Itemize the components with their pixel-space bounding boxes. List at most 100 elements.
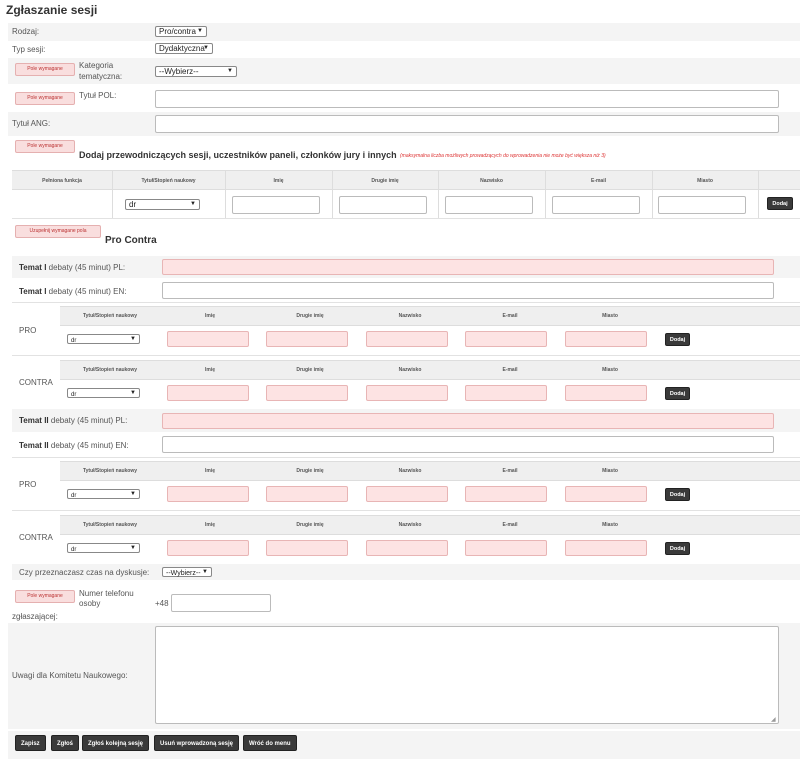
col-header: E-mail (502, 522, 518, 528)
col-header: Imię (204, 367, 215, 373)
contra-first-name-input[interactable] (167, 385, 249, 401)
col-header: E-mail (590, 178, 606, 184)
temat1-pl-label: Temat I debaty (45 minut) PL: (19, 263, 126, 272)
col-header: Miasto (602, 367, 618, 373)
pro-email-input[interactable] (465, 331, 547, 347)
phone-input[interactable] (171, 594, 271, 612)
divider (12, 302, 800, 303)
chair-middle-name-input[interactable] (339, 196, 427, 214)
col-header: Imię (273, 178, 284, 184)
pro-email-input[interactable] (465, 486, 547, 502)
divider (12, 218, 800, 219)
chair-title-select[interactable]: dr ▼ (125, 199, 200, 210)
contra-email-input[interactable] (465, 540, 547, 556)
col-header: Tytuł/Stopień naukowy (82, 522, 138, 528)
col-header: E-mail (502, 313, 518, 319)
col-header: Miasto (602, 522, 618, 528)
contra-title-select[interactable]: dr ▼ (67, 543, 140, 553)
tytul-ang-input[interactable] (155, 115, 779, 133)
chevron-down-icon: ▼ (190, 201, 196, 207)
chair-add-button[interactable]: Dodaj (767, 197, 793, 210)
chevron-down-icon: ▼ (227, 68, 233, 74)
chair-city-input[interactable] (658, 196, 746, 214)
pro-last-name-input[interactable] (366, 486, 448, 502)
pro-add-button[interactable]: Dodaj (665, 488, 690, 501)
pro-label: PRO (19, 326, 37, 335)
kategoria-label-1: Kategoria (79, 61, 114, 70)
delete-session-button[interactable]: Usuń wprowadzoną sesję (154, 735, 240, 751)
submit-next-button[interactable]: Zgłoś kolejną sesję (82, 735, 150, 751)
chevron-down-icon: ▼ (197, 28, 203, 34)
page-title: Zgłaszanie sesji (6, 3, 98, 17)
row-rodzaj (8, 23, 800, 41)
temat2-en-label: Temat II debaty (45 minut) EN: (19, 441, 129, 450)
contra-middle-name-input[interactable] (266, 540, 348, 556)
col-header: Nazwisko (480, 178, 503, 184)
col-header: E-mail (502, 367, 518, 373)
col-header: Drugie imię (371, 178, 399, 184)
temat1-pl-input[interactable] (162, 259, 774, 275)
contra-city-input[interactable] (565, 540, 647, 556)
divider (652, 170, 653, 218)
col-header: Nazwisko (398, 522, 422, 528)
phone-prefix: +48 (155, 599, 169, 608)
contra-last-name-input[interactable] (366, 385, 448, 401)
resize-handle-icon[interactable]: ◢ (771, 716, 776, 723)
phone-label-2: osoby (79, 599, 101, 608)
pro-middle-name-input[interactable] (266, 486, 348, 502)
contra-add-button[interactable]: Dodaj (665, 387, 690, 400)
chair-email-input[interactable] (552, 196, 640, 214)
col-header: E-mail (502, 468, 518, 474)
col-header: Tytuł/Stopień naukowy (82, 468, 138, 474)
required-badge: Pole wymagane (15, 63, 75, 76)
pro-city-input[interactable] (565, 486, 647, 502)
contra-last-name-input[interactable] (366, 540, 448, 556)
contra-title-select[interactable]: dr ▼ (67, 388, 140, 398)
chair-last-name-input[interactable] (445, 196, 533, 214)
contra-first-name-input[interactable] (167, 540, 249, 556)
chevron-down-icon: ▼ (203, 45, 209, 51)
phone-label-3: zgłaszającej: (12, 612, 58, 621)
procontra-heading: Pro Contra (105, 235, 157, 246)
col-header: Nazwisko (398, 367, 422, 373)
temat2-pl-input[interactable] (162, 413, 774, 429)
pro-first-name-input[interactable] (167, 331, 249, 347)
col-header: Pełniona funkcja (42, 178, 82, 184)
divider (12, 355, 800, 356)
tytul-pol-label: Tytuł POL: (79, 91, 117, 100)
divider (332, 170, 333, 218)
chevron-down-icon: ▼ (130, 545, 136, 551)
pro-title-select[interactable]: dr ▼ (67, 489, 140, 499)
divider (112, 170, 113, 218)
kategoria-select[interactable]: --Wybierz-- ▼ (155, 66, 237, 77)
discussion-select[interactable]: --Wybierz-- ▼ (162, 567, 212, 577)
rodzaj-label: Rodzaj: (12, 27, 40, 36)
pro-city-input[interactable] (565, 331, 647, 347)
pro-add-button[interactable]: Dodaj (665, 333, 690, 346)
pro-middle-name-input[interactable] (266, 331, 348, 347)
contra-email-input[interactable] (465, 385, 547, 401)
chair-first-name-input[interactable] (232, 196, 320, 214)
phone-label-1: Numer telefonu (79, 589, 134, 598)
contra-middle-name-input[interactable] (266, 385, 348, 401)
tytul-pol-input[interactable] (155, 90, 779, 108)
back-to-menu-button[interactable]: Wróć do menu (243, 735, 297, 751)
pro-last-name-input[interactable] (366, 331, 448, 347)
rodzaj-select[interactable]: Pro/contra ▼ (155, 26, 207, 37)
chevron-down-icon: ▼ (130, 390, 136, 396)
required-badge: Pole wymagane (15, 92, 75, 105)
typ-sesji-select[interactable]: Dydaktyczna ▼ (155, 43, 213, 54)
kategoria-label-2: tematyczna: (79, 72, 123, 81)
temat1-en-input[interactable] (162, 282, 774, 299)
pro-title-select[interactable]: dr ▼ (67, 334, 140, 344)
discussion-label: Czy przeznaczasz czas na dyskusje: (19, 568, 150, 577)
remarks-textarea[interactable] (155, 626, 779, 724)
contra-city-input[interactable] (565, 385, 647, 401)
chevron-down-icon: ▼ (202, 569, 208, 575)
pro-label: PRO (19, 480, 37, 489)
submit-button[interactable]: Zgłoś (51, 735, 79, 751)
contra-add-button[interactable]: Dodaj (665, 542, 690, 555)
save-button[interactable]: Zapisz (15, 735, 46, 751)
pro-first-name-input[interactable] (167, 486, 249, 502)
temat2-en-input[interactable] (162, 436, 774, 453)
